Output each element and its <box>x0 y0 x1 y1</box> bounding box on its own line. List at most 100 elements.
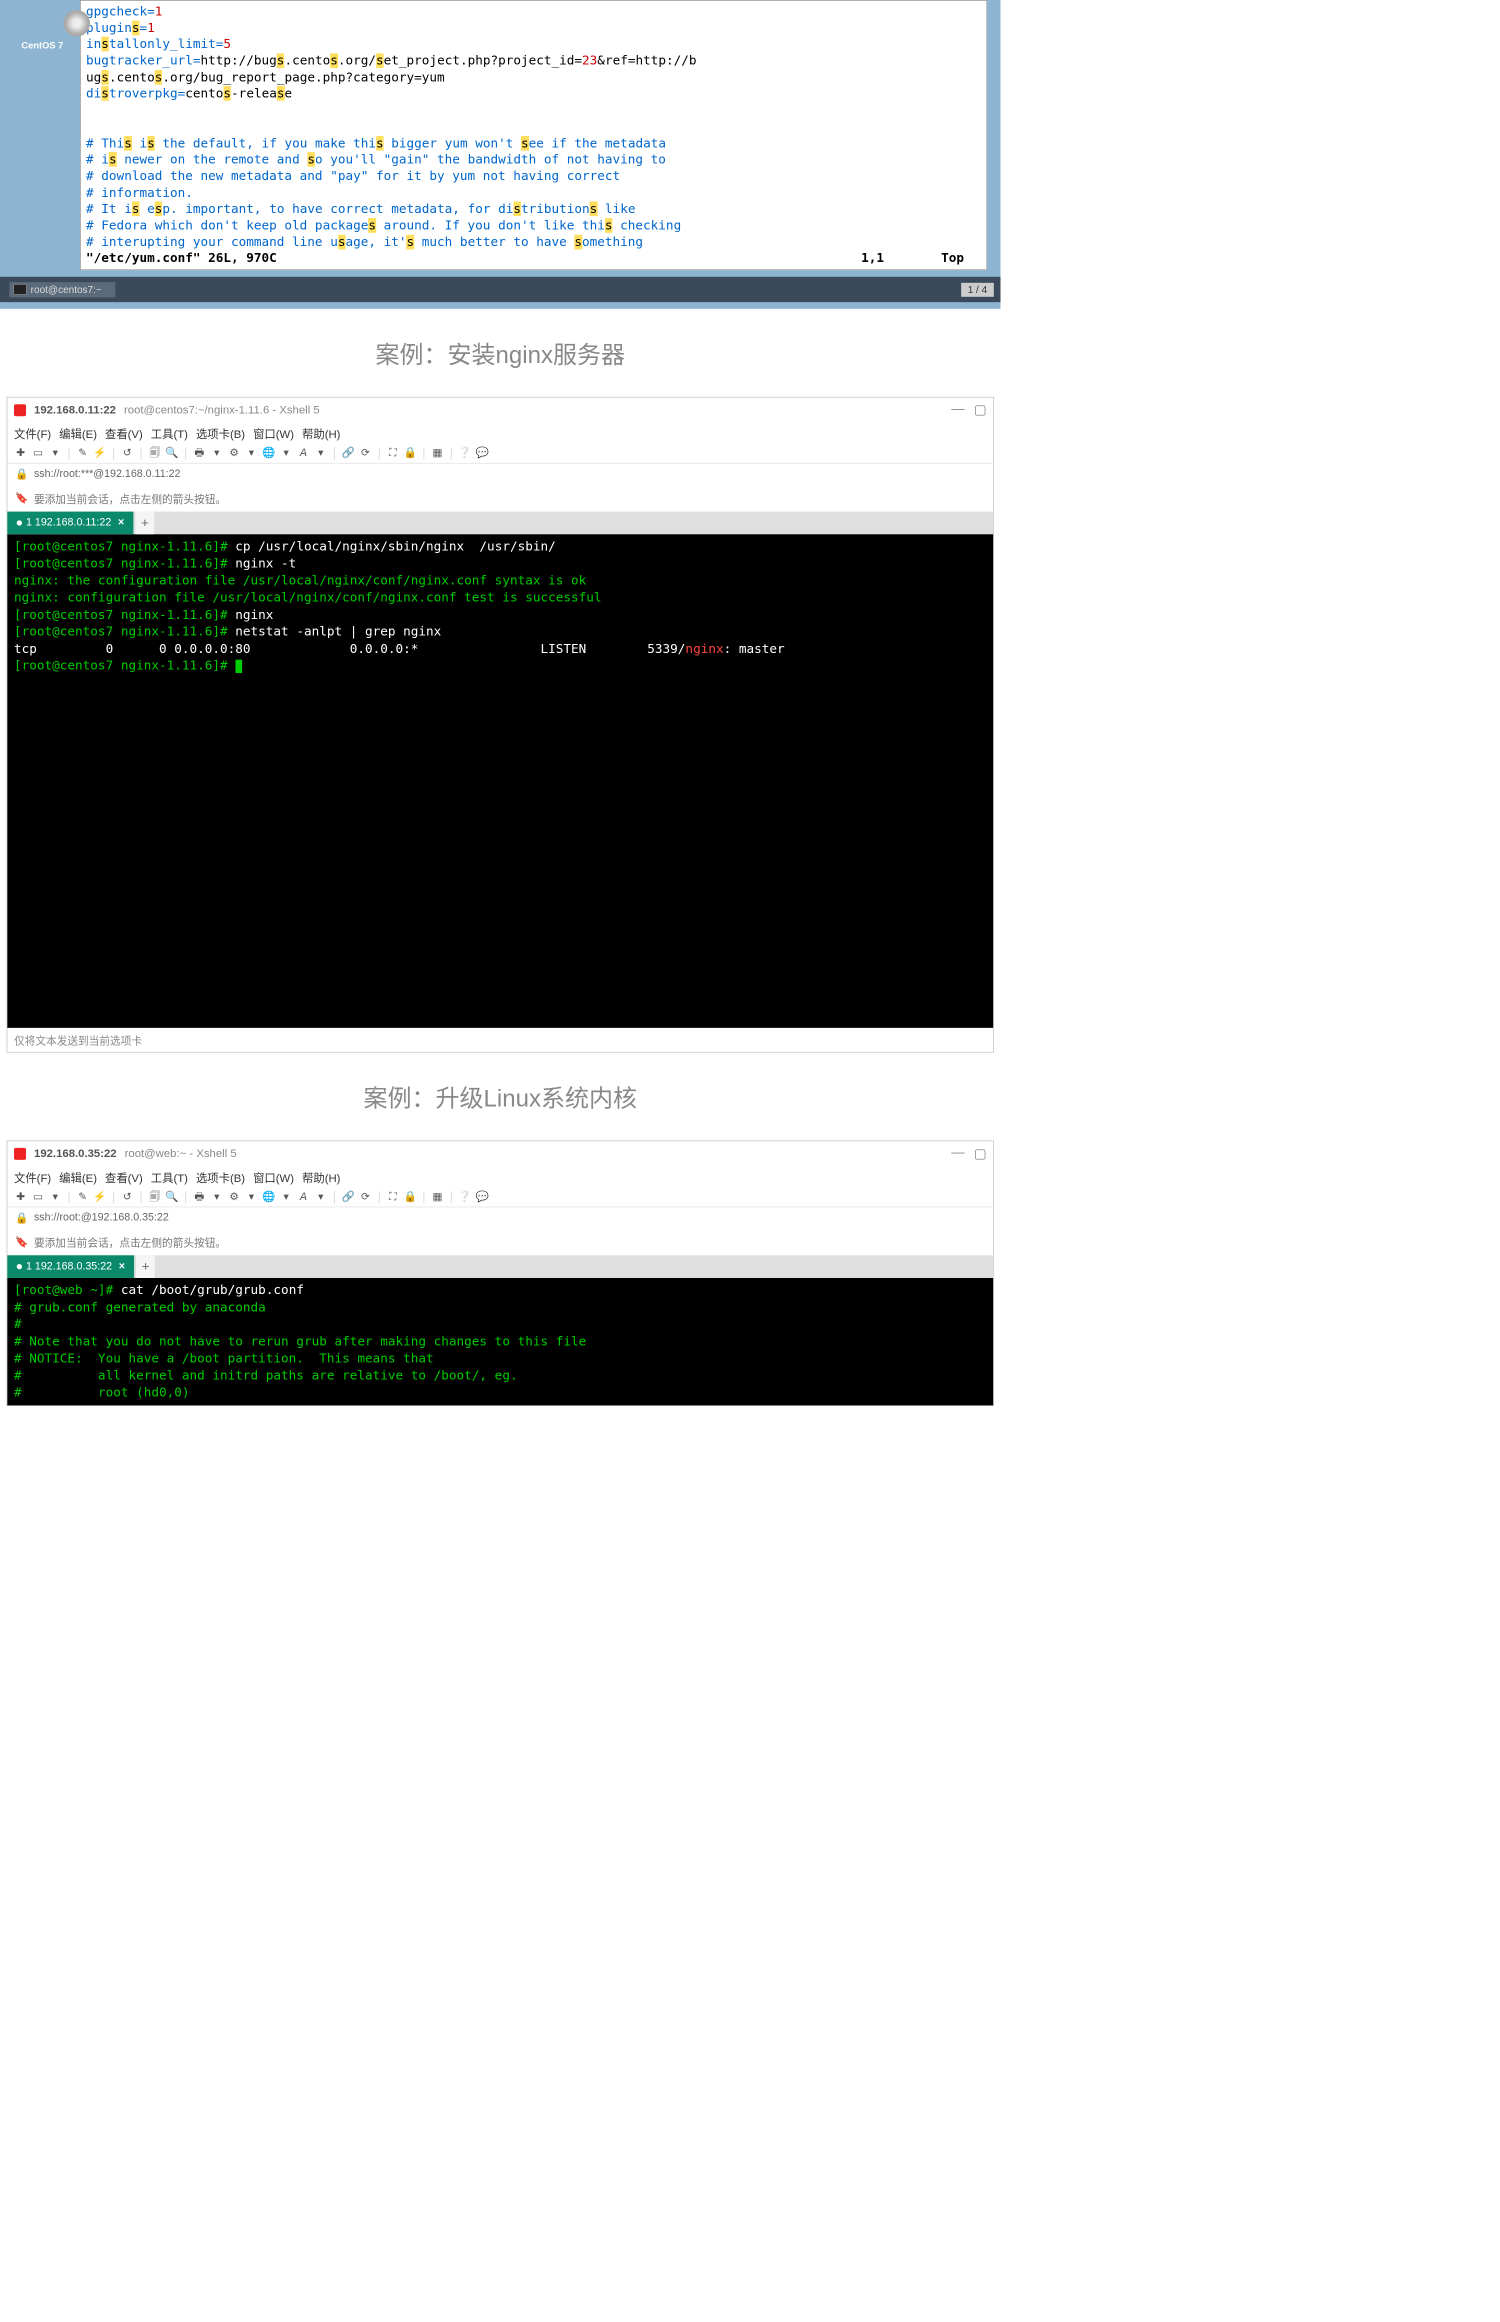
toolbar[interactable]: ✚▭▾ ✎⚡ ↺ 🗐🔍 🖶▾⚙▾🌐▾A▾ 🔗⟳ ⛶🔒 ▦ ❔💬 <box>7 1188 993 1207</box>
info-bar: 🔖 要添加当前会话，点击左侧的箭头按钮。 <box>7 485 993 512</box>
titlebar-ip: 192.168.0.35:22 <box>34 1147 117 1160</box>
menu-item[interactable]: 工具(T) <box>151 1172 188 1185</box>
desktop-taskbar[interactable]: root@centos7:~ 1 / 4 <box>0 277 1001 302</box>
vim-editor[interactable]: gpgcheck=1plugins=1installonly_limit=5bu… <box>80 0 987 270</box>
connect-icon[interactable]: ✎ <box>76 1191 89 1204</box>
address-bar[interactable]: 🔒 ssh://root:@192.168.0.35:22 <box>7 1207 993 1228</box>
menu-item[interactable]: 查看(V) <box>105 428 143 441</box>
lock-icon[interactable]: 🔒 <box>404 447 417 460</box>
bookmark-icon[interactable]: 🔖 <box>15 492 28 505</box>
globe-icon[interactable]: 🌐 <box>262 447 275 460</box>
link-icon[interactable]: 🔗 <box>342 1191 355 1204</box>
info-text: 要添加当前会话，点击左侧的箭头按钮。 <box>34 490 226 506</box>
menu-item[interactable]: 帮助(H) <box>302 1172 340 1185</box>
print-icon[interactable]: 🖶 <box>193 447 206 460</box>
menu-item[interactable]: 工具(T) <box>151 428 188 441</box>
session-tab[interactable]: 1 192.168.0.35:22 × <box>7 1255 134 1278</box>
xshell-window-1: 192.168.0.11:22 root@centos7:~/nginx-1.1… <box>7 397 994 1053</box>
new-tab-button[interactable]: + <box>136 1255 155 1278</box>
lock-icon: 🔒 <box>15 468 28 481</box>
taskbar-item-terminal[interactable]: root@centos7:~ <box>9 282 115 297</box>
copy-icon[interactable]: 🗐 <box>148 1191 161 1204</box>
lock-icon: 🔒 <box>15 1211 28 1224</box>
window-titlebar[interactable]: 192.168.0.11:22 root@centos7:~/nginx-1.1… <box>7 398 993 423</box>
comment-icon[interactable]: 💬 <box>476 447 489 460</box>
open-icon[interactable]: ▭ <box>31 447 44 460</box>
bookmark-icon[interactable]: 🔖 <box>15 1235 28 1248</box>
address-bar[interactable]: 🔒 ssh://root:***@192.168.0.11:22 <box>7 464 993 485</box>
titlebar-subtitle: root@centos7:~/nginx-1.11.6 - Xshell 5 <box>124 403 320 416</box>
menu-item[interactable]: 窗口(W) <box>253 428 294 441</box>
app-icon <box>14 1148 26 1160</box>
terminal-output[interactable]: [root@web ~]# cat /boot/grub/grub.conf #… <box>7 1278 993 1406</box>
maximize-button[interactable]: ▢ <box>974 1145 987 1162</box>
font-icon[interactable]: A <box>297 447 310 460</box>
section-heading-nginx: 案例：安装nginx服务器 <box>0 309 1001 397</box>
props-icon[interactable]: ⚙ <box>227 447 240 460</box>
minimize-button[interactable]: — <box>951 402 964 419</box>
minimize-button[interactable]: — <box>951 1145 964 1162</box>
cascade-icon[interactable]: ▦ <box>431 1191 444 1204</box>
maximize-button[interactable]: ▢ <box>974 402 987 419</box>
new-icon[interactable]: ✚ <box>14 1191 27 1204</box>
search-icon[interactable]: 🔍 <box>165 447 178 460</box>
menu-item[interactable]: 文件(F) <box>14 428 51 441</box>
address-text[interactable]: ssh://root:***@192.168.0.11:22 <box>34 468 181 480</box>
session-tab[interactable]: 1 192.168.0.11:22 × <box>7 512 133 535</box>
help-icon[interactable]: ❔ <box>458 447 471 460</box>
reconnect-icon[interactable]: ↺ <box>121 1191 134 1204</box>
comment-icon[interactable]: 💬 <box>476 1191 489 1204</box>
info-text: 要添加当前会话，点击左侧的箭头按钮。 <box>34 1234 226 1250</box>
tab-bar[interactable]: 1 192.168.0.11:22 × + <box>7 512 993 535</box>
vim-status-line: "/etc/yum.conf" 26L, 970C 1,1 Top <box>86 250 981 266</box>
search-icon[interactable]: 🔍 <box>165 1191 178 1204</box>
menu-item[interactable]: 编辑(E) <box>59 428 97 441</box>
workspace-indicator[interactable]: 1 / 4 <box>961 282 994 296</box>
toolbar[interactable]: ✚▭▾ ✎⚡ ↺ 🗐🔍 🖶▾⚙▾🌐▾A▾ 🔗⟳ ⛶🔒 ▦ ❔💬 <box>7 444 993 463</box>
fullscreen-icon[interactable]: ⛶ <box>386 1191 399 1204</box>
tab-label: 1 192.168.0.11:22 <box>26 517 111 529</box>
terminal-output[interactable]: [root@centos7 nginx-1.11.6]# cp /usr/loc… <box>7 534 993 1028</box>
sync-icon[interactable]: ⟳ <box>359 447 372 460</box>
address-text[interactable]: ssh://root:@192.168.0.35:22 <box>34 1212 169 1224</box>
disconnect-icon[interactable]: ⚡ <box>93 1191 106 1204</box>
fullscreen-icon[interactable]: ⛶ <box>386 447 399 460</box>
close-tab-icon[interactable]: × <box>118 517 124 529</box>
menu-item[interactable]: 查看(V) <box>105 1172 143 1185</box>
xshell-window-2: 192.168.0.35:22 root@web:~ - Xshell 5 — … <box>7 1141 994 1407</box>
help-icon[interactable]: ❔ <box>458 1191 471 1204</box>
sync-icon[interactable]: ⟳ <box>359 1191 372 1204</box>
new-tab-button[interactable]: + <box>136 512 155 535</box>
new-icon[interactable]: ✚ <box>14 447 27 460</box>
menu-item[interactable]: 编辑(E) <box>59 1172 97 1185</box>
menu-bar[interactable]: 文件(F) 编辑(E) 查看(V) 工具(T) 选项卡(B) 窗口(W) 帮助(H) <box>7 422 993 444</box>
link-icon[interactable]: 🔗 <box>342 447 355 460</box>
menu-item[interactable]: 选项卡(B) <box>196 428 245 441</box>
menu-item[interactable]: 窗口(W) <box>253 1172 294 1185</box>
close-tab-icon[interactable]: × <box>119 1261 125 1273</box>
terminal-footer: 仅将文本发送到当前选项卡 <box>7 1028 993 1052</box>
copy-icon[interactable]: 🗐 <box>148 447 161 460</box>
menu-item[interactable]: 选项卡(B) <box>196 1172 245 1185</box>
window-titlebar[interactable]: 192.168.0.35:22 root@web:~ - Xshell 5 — … <box>7 1141 993 1166</box>
desktop-disc-icon <box>63 10 90 37</box>
menu-bar[interactable]: 文件(F) 编辑(E) 查看(V) 工具(T) 选项卡(B) 窗口(W) 帮助(H) <box>7 1166 993 1188</box>
disconnect-icon[interactable]: ⚡ <box>93 447 106 460</box>
tab-bar[interactable]: 1 192.168.0.35:22 × + <box>7 1255 993 1278</box>
print-icon[interactable]: 🖶 <box>193 1191 206 1204</box>
connect-icon[interactable]: ✎ <box>76 447 89 460</box>
menu-item[interactable]: 帮助(H) <box>302 428 340 441</box>
titlebar-subtitle: root@web:~ - Xshell 5 <box>125 1147 237 1160</box>
menu-item[interactable]: 文件(F) <box>14 1172 51 1185</box>
props-icon[interactable]: ⚙ <box>227 1191 240 1204</box>
titlebar-ip: 192.168.0.11:22 <box>34 403 116 416</box>
lock-icon[interactable]: 🔒 <box>404 1191 417 1204</box>
reconnect-icon[interactable]: ↺ <box>121 447 134 460</box>
status-dot-icon <box>17 1264 22 1269</box>
app-icon <box>14 404 26 416</box>
info-bar: 🔖 要添加当前会话，点击左侧的箭头按钮。 <box>7 1229 993 1256</box>
open-icon[interactable]: ▭ <box>31 1191 44 1204</box>
globe-icon[interactable]: 🌐 <box>262 1191 275 1204</box>
cascade-icon[interactable]: ▦ <box>431 447 444 460</box>
font-icon[interactable]: A <box>297 1191 310 1204</box>
